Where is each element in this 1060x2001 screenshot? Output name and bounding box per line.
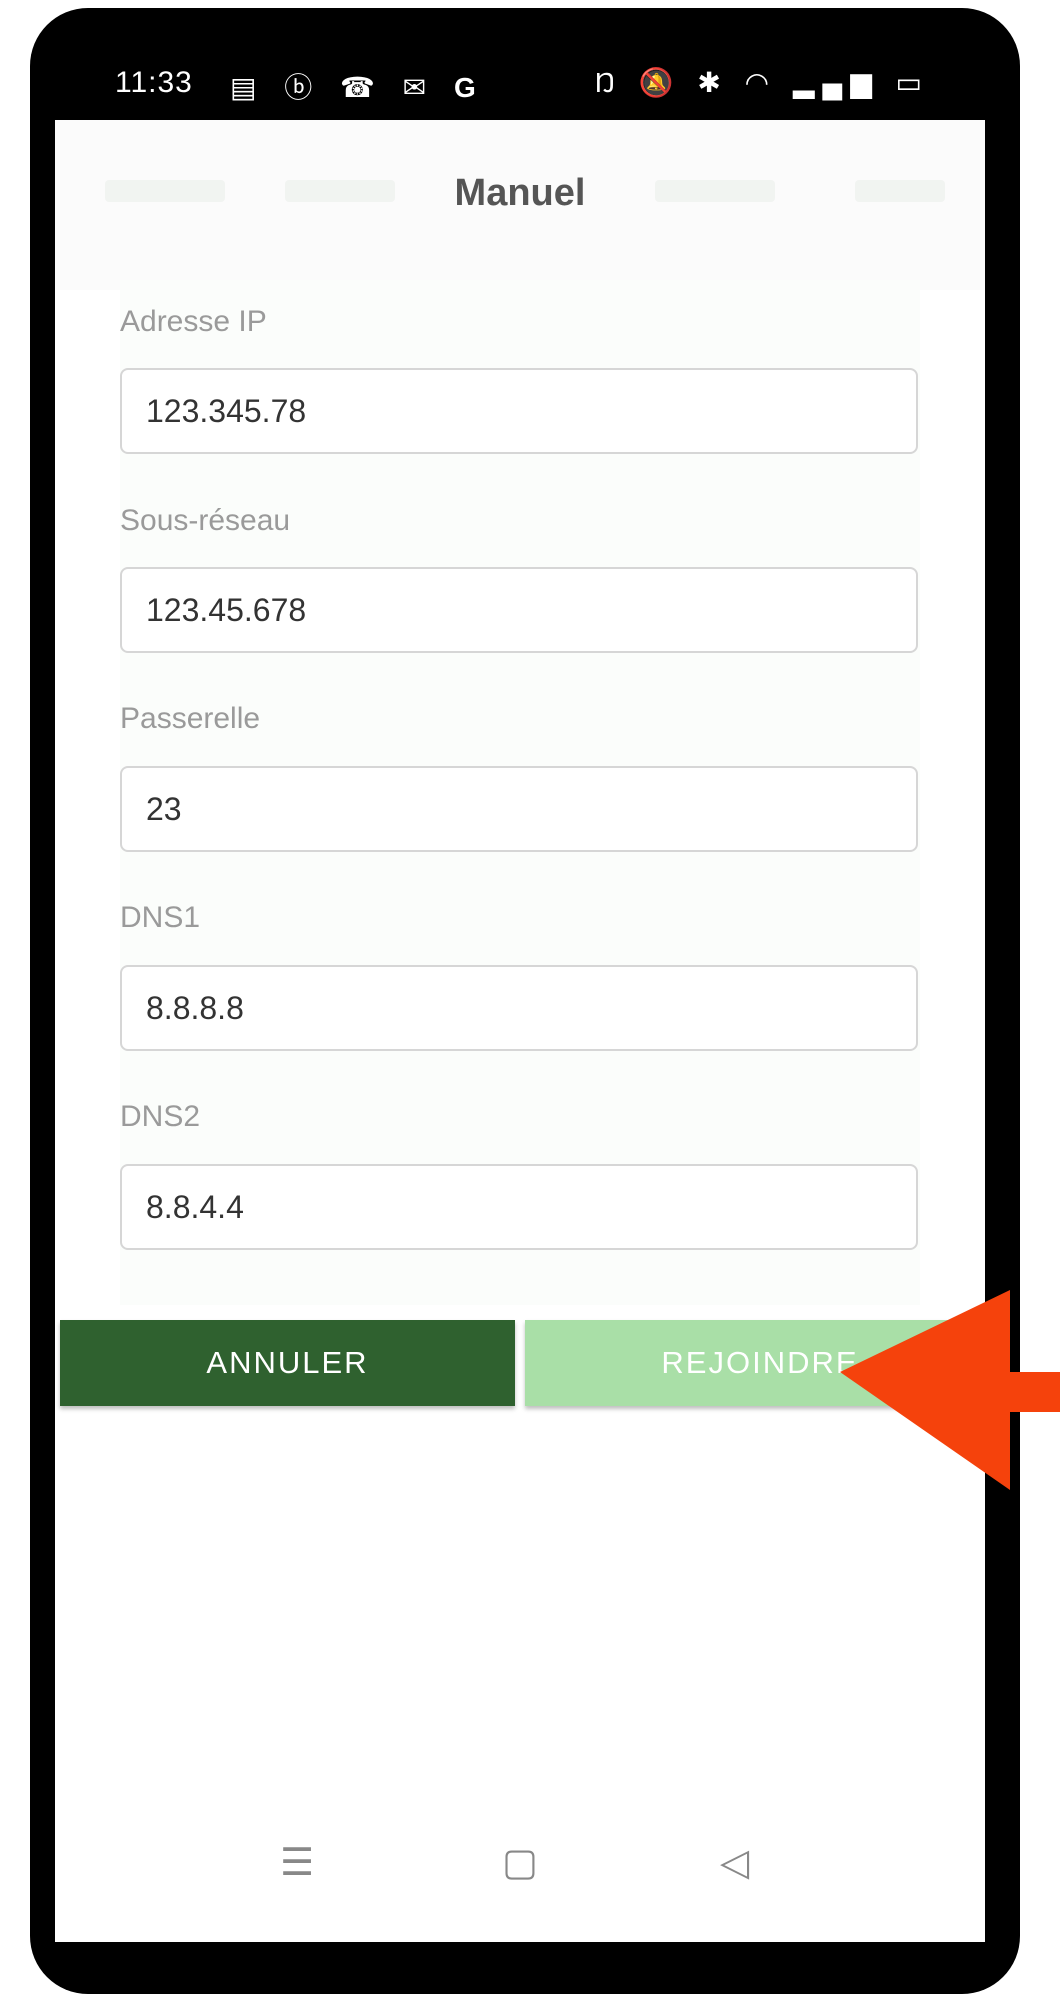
gateway-label: Passerelle: [120, 702, 261, 735]
wifi-icon: ◠: [744, 67, 778, 98]
dns2-input[interactable]: 8.8.4.4: [120, 1164, 918, 1250]
screen: Manuel Adresse IP 123.345.78 Sous-réseau…: [55, 120, 985, 1942]
battery-icon: ▭: [895, 67, 930, 98]
mail-icon: ✉: [402, 72, 437, 103]
dns1-input[interactable]: 8.8.8.8: [120, 965, 918, 1051]
ip-address-input[interactable]: 123.345.78: [120, 368, 918, 454]
subnet-label: Sous-réseau: [120, 504, 291, 537]
signal-icon: ▂▄▆: [792, 67, 880, 98]
annotation-arrow-icon: [840, 1290, 1060, 1490]
status-notification-icons: ▤ ⓑ ☎ ✉ G: [230, 66, 486, 106]
home-icon[interactable]: ▢: [502, 1840, 538, 1885]
gateway-input[interactable]: 23: [120, 766, 918, 852]
status-system-icons: Ŋ 🔕 ✱ ◠ ▂▄▆ ▭: [595, 66, 930, 99]
missed-call-icon: ☎: [340, 72, 385, 103]
menu-icon[interactable]: ☰: [280, 1840, 314, 1885]
bluetooth-icon: ✱: [697, 67, 729, 98]
dns2-label: DNS2: [120, 1100, 201, 1133]
google-icon: G: [453, 72, 486, 103]
status-time: 11:33: [115, 66, 193, 99]
b-circle-icon: ⓑ: [284, 72, 323, 103]
dialog-title: Manuel: [454, 172, 586, 214]
dns1-label: DNS1: [120, 901, 201, 934]
back-icon[interactable]: ◁: [720, 1840, 749, 1885]
navigation-bar: ☰ ▢ ◁: [55, 1820, 985, 1910]
cancel-button[interactable]: ANNULER: [60, 1320, 515, 1406]
mute-icon: 🔕: [638, 67, 682, 98]
ip-address-label: Adresse IP: [120, 305, 267, 338]
subnet-input[interactable]: 123.45.678: [120, 567, 918, 653]
nfc-icon: Ŋ: [594, 67, 623, 98]
arrow-shape: [840, 1290, 1060, 1490]
status-bar: 11:33 ▤ ⓑ ☎ ✉ G Ŋ 🔕 ✱ ◠ ▂▄▆ ▭: [55, 8, 985, 120]
notes-icon: ▤: [230, 72, 267, 103]
